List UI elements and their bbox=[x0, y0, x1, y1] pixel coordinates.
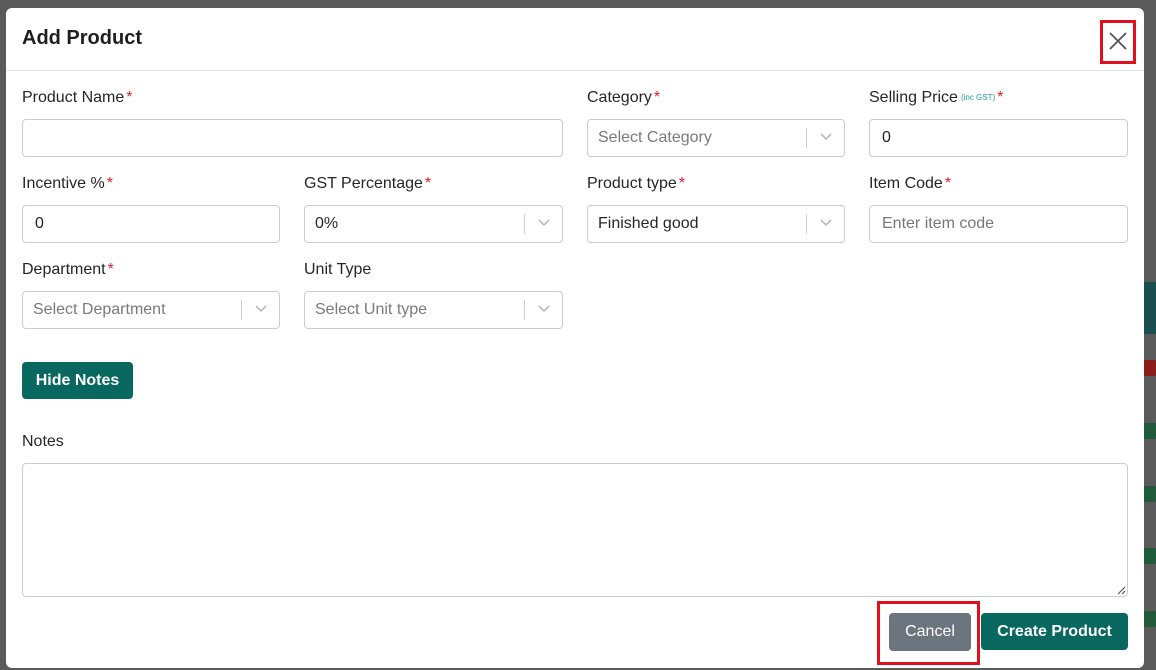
incentive-input[interactable] bbox=[22, 205, 280, 243]
background-badge bbox=[1144, 360, 1156, 376]
product-name-input[interactable] bbox=[22, 119, 563, 157]
cancel-button[interactable]: Cancel bbox=[889, 613, 971, 651]
background-badge bbox=[1144, 611, 1156, 627]
background-badge bbox=[1144, 548, 1156, 564]
close-button[interactable] bbox=[1100, 20, 1136, 64]
select-separator bbox=[241, 300, 242, 320]
cancel-highlight: Cancel bbox=[877, 601, 980, 665]
chevron-down-icon bbox=[538, 219, 550, 227]
product-name-label: Product Name * bbox=[22, 89, 133, 106]
category-placeholder: Select Category bbox=[598, 129, 712, 146]
select-separator bbox=[524, 214, 525, 234]
notes-textarea[interactable] bbox=[22, 463, 1128, 597]
department-placeholder: Select Department bbox=[33, 301, 166, 318]
selling-price-input[interactable] bbox=[869, 119, 1128, 157]
unit-type-placeholder: Select Unit type bbox=[315, 301, 428, 318]
chevron-down-icon bbox=[820, 133, 832, 141]
modal-title: Add Product bbox=[22, 27, 142, 49]
category-label: Category * bbox=[587, 89, 661, 106]
chevron-down-icon bbox=[820, 219, 832, 227]
chevron-down-icon bbox=[538, 305, 550, 313]
unit-type-select[interactable]: Select Unit type bbox=[304, 291, 563, 329]
item-code-input[interactable] bbox=[869, 205, 1128, 243]
gst-percentage-value: 0% bbox=[315, 215, 339, 232]
hide-notes-button[interactable]: Hide Notes bbox=[22, 362, 133, 399]
product-type-value: Finished good bbox=[598, 215, 699, 232]
notes-label: Notes bbox=[22, 433, 64, 450]
product-type-label: Product type * bbox=[587, 175, 686, 192]
background-badge bbox=[1144, 423, 1156, 439]
department-select[interactable]: Select Department bbox=[22, 291, 280, 329]
select-separator bbox=[524, 300, 525, 320]
background-table-header bbox=[1144, 282, 1156, 334]
unit-type-label: Unit Type bbox=[304, 261, 372, 278]
category-select[interactable]: Select Category bbox=[587, 119, 845, 157]
gst-percentage-label: GST Percentage * bbox=[304, 175, 432, 192]
select-separator bbox=[806, 128, 807, 148]
incentive-label: Incentive % * bbox=[22, 175, 113, 192]
modal-header: Add Product bbox=[6, 8, 1144, 71]
resize-grip-icon[interactable] bbox=[1116, 585, 1126, 595]
gst-percentage-select[interactable]: 0% bbox=[304, 205, 563, 243]
add-product-modal: Add Product Product Name * Category * Sele… bbox=[6, 8, 1144, 668]
close-icon bbox=[1109, 32, 1127, 50]
product-type-select[interactable]: Finished good bbox=[587, 205, 845, 243]
item-code-label: Item Code * bbox=[869, 175, 952, 192]
selling-price-label: Selling Price (inc GST) * bbox=[869, 89, 1004, 106]
background-badge bbox=[1144, 486, 1156, 502]
select-separator bbox=[806, 214, 807, 234]
chevron-down-icon bbox=[255, 305, 267, 313]
department-label: Department * bbox=[22, 261, 114, 278]
create-product-button[interactable]: Create Product bbox=[981, 613, 1128, 650]
